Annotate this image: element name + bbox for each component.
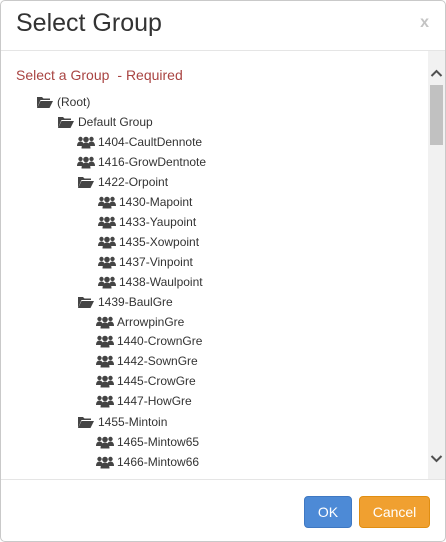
tree-node-label: 1442-SownGre: [117, 354, 198, 368]
dialog-header: Select Group x: [1, 1, 445, 51]
dialog-footer: OK Cancel: [1, 479, 445, 541]
users-icon: [96, 374, 114, 388]
cancel-button[interactable]: Cancel: [359, 496, 430, 528]
tree-node-label: 1455-Mintoin: [98, 415, 168, 429]
folder-open-icon: [77, 295, 95, 309]
tree-node-label: 1447-HowGre: [117, 394, 192, 408]
select-group-dialog: Select Group x Select a Group - Required …: [0, 0, 446, 542]
folder-open-icon: [36, 95, 54, 109]
tree-node-label: 1437-Vinpoint: [119, 255, 193, 269]
users-icon: [96, 435, 114, 449]
users-icon: [96, 354, 114, 368]
users-icon: [98, 215, 116, 229]
tree-node-label: (Root): [57, 95, 91, 109]
tree-node-label: 1445-CrowGre: [117, 374, 196, 388]
folder-open-icon: [77, 175, 95, 189]
tree-node-1445[interactable]: 1445-CrowGre: [96, 372, 196, 390]
dialog-title: Select Group: [16, 9, 162, 37]
tree-node-1447[interactable]: 1447-HowGre: [96, 392, 192, 410]
tree-node-1438[interactable]: 1438-Waulpoint: [98, 273, 203, 291]
folder-open-icon: [57, 115, 75, 129]
tree-node-1455[interactable]: 1455-Mintoin: [77, 413, 167, 431]
tree-node-1433[interactable]: 1433-Yaupoint: [98, 213, 196, 231]
vertical-scrollbar[interactable]: [428, 51, 445, 479]
tree-node-1435[interactable]: 1435-Xowpoint: [98, 233, 199, 251]
group-tree: (Root) Default Group 1404-CaultDennote 1…: [1, 51, 425, 479]
users-icon: [77, 135, 95, 149]
users-icon: [77, 155, 95, 169]
tree-node-label: 1422-Orpoint: [98, 175, 169, 189]
scrollbar-thumb[interactable]: [430, 85, 443, 145]
tree-node-label: 1440-CrownGre: [117, 334, 203, 348]
scroll-down-icon[interactable]: [428, 450, 445, 467]
users-icon: [96, 394, 114, 408]
tree-node-1442[interactable]: 1442-SownGre: [96, 352, 198, 370]
tree-node-label: 1433-Yaupoint: [119, 215, 197, 229]
tree-node-label: 1435-Xowpoint: [119, 235, 200, 249]
tree-node-label: 1465-Mintow65: [117, 435, 200, 449]
tree-node-label: 1416-GrowDentnote: [98, 155, 207, 169]
users-icon: [96, 455, 114, 469]
tree-node-1404[interactable]: 1404-CaultDennote: [77, 133, 202, 151]
users-icon: [98, 275, 116, 289]
users-icon: [98, 255, 116, 269]
tree-node-root[interactable]: (Root): [36, 93, 90, 111]
tree-node-label: 1466-Mintow66: [117, 455, 200, 469]
tree-node-default-group[interactable]: Default Group: [57, 113, 153, 131]
users-icon: [96, 315, 114, 329]
tree-node-1466[interactable]: 1466-Mintow66: [96, 453, 199, 471]
users-icon: [98, 195, 116, 209]
users-icon: [96, 334, 114, 348]
dialog-body: Select a Group - Required (Root) Default …: [1, 51, 445, 479]
tree-node-1416[interactable]: 1416-GrowDentnote: [77, 153, 206, 171]
tree-node-1440[interactable]: 1440-CrownGre: [96, 332, 202, 350]
tree-node-arrowpin[interactable]: ArrowpinGre: [96, 313, 184, 331]
ok-button[interactable]: OK: [304, 496, 352, 528]
close-icon[interactable]: x: [420, 14, 429, 32]
tree-node-1437[interactable]: 1437-Vinpoint: [98, 253, 193, 271]
tree-node-1422[interactable]: 1422-Orpoint: [77, 173, 168, 191]
tree-node-label: ArrowpinGre: [117, 315, 185, 329]
tree-node-label: 1438-Waulpoint: [119, 275, 203, 289]
tree-node-1439[interactable]: 1439-BaulGre: [77, 293, 173, 311]
tree-node-label: 1404-CaultDennote: [98, 135, 203, 149]
users-icon: [98, 235, 116, 249]
tree-node-label: Default Group: [78, 115, 153, 129]
tree-node-1465[interactable]: 1465-Mintow65: [96, 433, 199, 451]
tree-node-label: 1430-Mapoint: [119, 195, 193, 209]
folder-open-icon: [77, 415, 95, 429]
scroll-up-icon[interactable]: [428, 65, 445, 82]
tree-node-1430[interactable]: 1430-Mapoint: [98, 193, 192, 211]
tree-node-label: 1439-BaulGre: [98, 295, 173, 309]
